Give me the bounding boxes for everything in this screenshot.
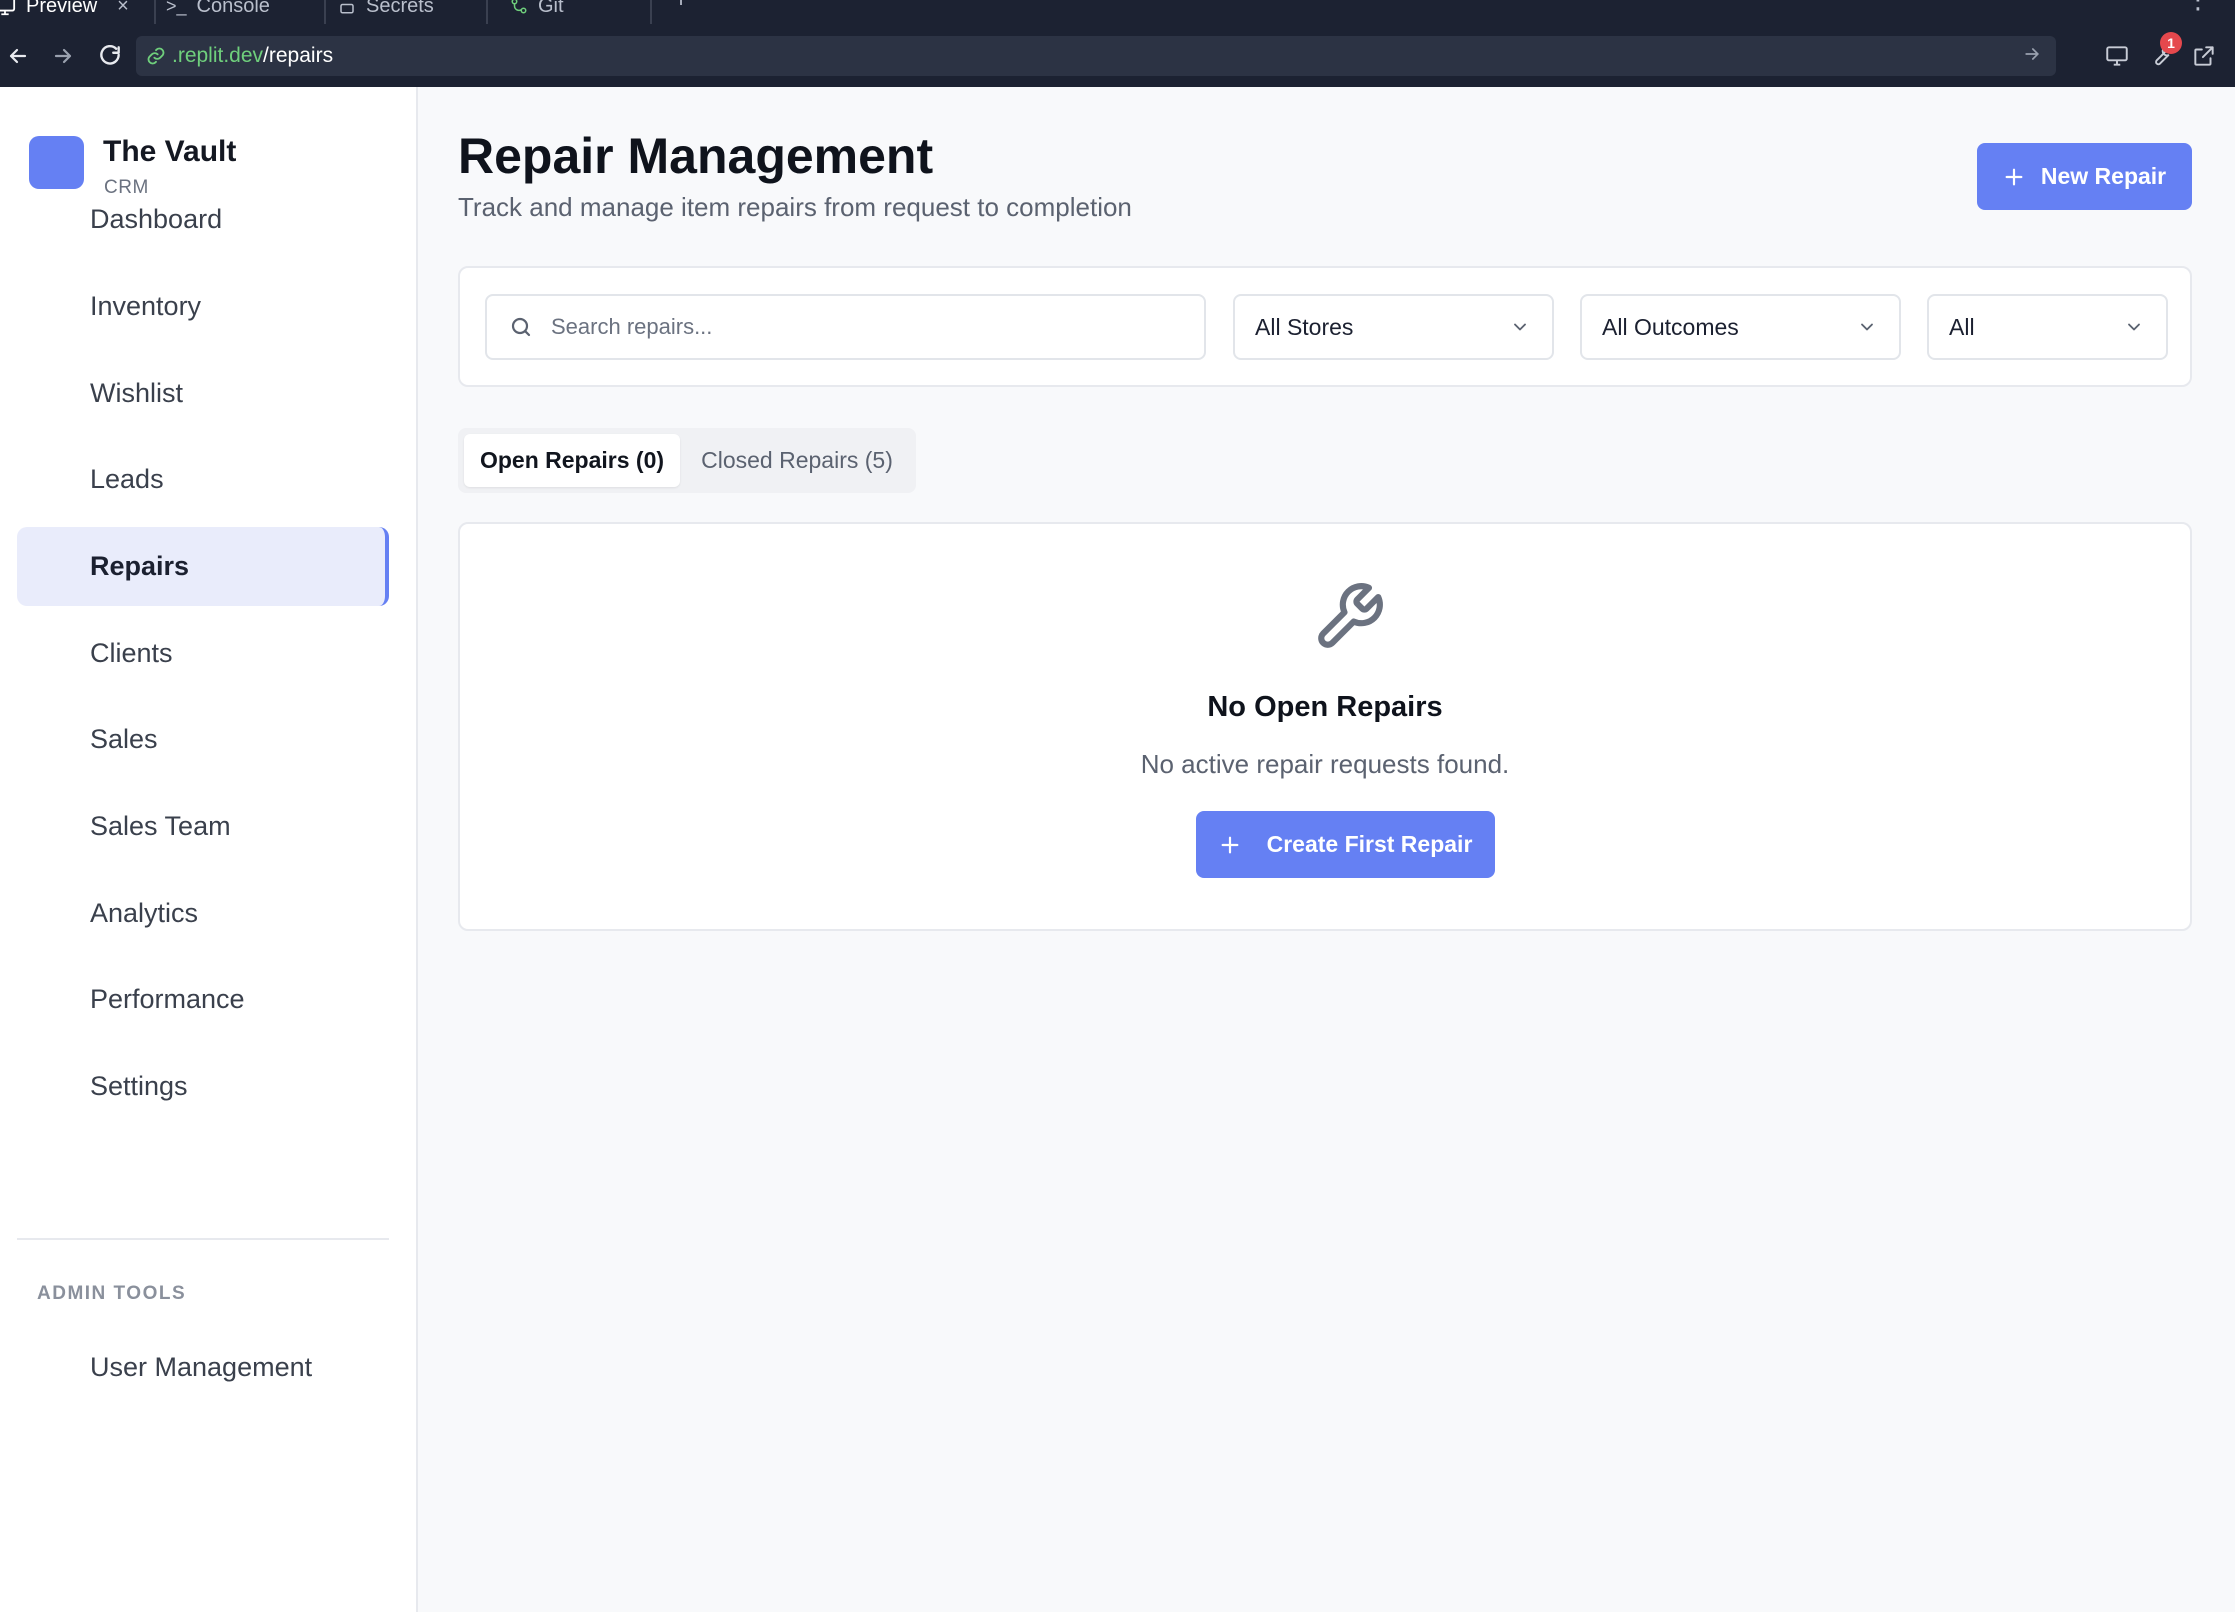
filter-card: All Stores All Outcomes All xyxy=(458,266,2192,387)
browser-tab-strip: Preview × >_ Console Secrets Git + ⋮ xyxy=(0,0,2235,24)
sidebar-item-label: Leads xyxy=(90,464,164,494)
create-first-repair-label: Create First Repair xyxy=(1266,831,1473,857)
sidebar-item-repairs[interactable]: Repairs xyxy=(17,527,389,606)
sidebar-item-label: Analytics xyxy=(90,898,199,928)
device-preview-icon[interactable] xyxy=(2099,38,2135,74)
browser-tab-label: Console xyxy=(196,0,270,17)
page-title: Repair Management xyxy=(458,128,934,184)
browser-tab-preview[interactable]: Preview × xyxy=(0,0,156,24)
sidebar-item-inventory[interactable]: Inventory xyxy=(17,267,389,346)
page-subtitle: Track and manage item repairs from reque… xyxy=(458,192,1132,222)
browser-tab-git[interactable]: Git xyxy=(510,0,652,24)
chevron-down-icon xyxy=(1510,317,1530,337)
wrench-icon xyxy=(1312,580,1386,654)
new-repair-button[interactable]: New Repair xyxy=(1977,143,2192,210)
sidebar-item-label: Sales xyxy=(90,724,158,754)
empty-state-title: No Open Repairs xyxy=(1207,691,1443,723)
tab-separator xyxy=(486,0,488,24)
tab-separator xyxy=(324,0,326,24)
sidebar-item-label: Dashboard xyxy=(90,204,223,234)
type-filter-select[interactable]: All xyxy=(1927,294,2168,360)
reload-icon[interactable] xyxy=(92,38,128,74)
lock-icon xyxy=(338,0,356,15)
sidebar-item-user-management[interactable]: User Management xyxy=(17,1328,389,1407)
outcome-filter-value: All Outcomes xyxy=(1602,313,1739,340)
new-tab-icon[interactable]: + xyxy=(674,0,688,14)
tab-closed-repairs[interactable]: Closed Repairs (5) xyxy=(684,434,910,487)
sidebar-item-label: Wishlist xyxy=(90,378,183,408)
chevron-down-icon xyxy=(2124,317,2144,337)
sidebar-item-label: User Management xyxy=(90,1352,313,1382)
sidebar-item-label: Performance xyxy=(90,984,245,1014)
brand-name: The Vault xyxy=(103,135,237,168)
sidebar-item-leads[interactable]: Leads xyxy=(17,440,389,519)
more-menu-icon[interactable]: ⋮ xyxy=(2185,0,2211,15)
sidebar-item-label: Settings xyxy=(90,1071,188,1101)
type-filter-value: All xyxy=(1949,313,1975,340)
browser-toolbar: .replit.dev/repairs 1 xyxy=(0,24,2235,87)
sidebar-item-label: Clients xyxy=(90,638,173,668)
search-icon xyxy=(509,315,533,339)
sidebar-item-label: Repairs xyxy=(90,551,190,581)
sidebar-item-sales-team[interactable]: Sales Team xyxy=(17,787,389,866)
sidebar-item-clients[interactable]: Clients xyxy=(17,614,389,693)
browser-tab-label: Preview xyxy=(26,0,98,17)
outcome-filter-select[interactable]: All Outcomes xyxy=(1580,294,1901,360)
go-arrow-icon[interactable] xyxy=(2022,44,2042,64)
browser-tab-label: Secrets xyxy=(366,0,434,17)
close-icon[interactable]: × xyxy=(117,0,129,18)
terminal-icon: >_ xyxy=(166,0,187,16)
store-filter-select[interactable]: All Stores xyxy=(1233,294,1554,360)
sidebar-item-dashboard[interactable]: Dashboard xyxy=(17,180,389,259)
tab-open-repairs[interactable]: Open Repairs (0) xyxy=(464,434,680,487)
browser-tab-console[interactable]: >_ Console xyxy=(166,0,326,24)
new-repair-label: New Repair xyxy=(2040,163,2167,189)
url-domain: .replit.dev xyxy=(172,44,264,67)
admin-tools-heading: ADMIN TOOLS xyxy=(37,1283,187,1304)
sidebar-item-label: Sales Team xyxy=(90,811,231,841)
url-bar[interactable]: .replit.dev/repairs xyxy=(136,36,2056,76)
tab-separator xyxy=(650,0,652,24)
plus-icon xyxy=(1219,834,1241,856)
sidebar-item-settings[interactable]: Settings xyxy=(17,1047,389,1126)
browser-tab-secrets[interactable]: Secrets xyxy=(338,0,488,24)
empty-state-description: No active repair requests found. xyxy=(1140,749,1510,779)
main-content: Repair Management Track and manage item … xyxy=(420,87,2235,1612)
browser-tab-label: Git xyxy=(538,0,564,17)
search-box[interactable] xyxy=(485,294,1206,360)
search-input[interactable] xyxy=(551,314,1171,340)
open-new-window-icon[interactable] xyxy=(2186,38,2222,74)
forward-arrow-icon[interactable] xyxy=(45,38,81,74)
tab-separator xyxy=(154,0,156,24)
create-first-repair-button[interactable]: Create First Repair xyxy=(1196,811,1495,878)
url-path: /repairs xyxy=(263,44,334,67)
monitor-icon xyxy=(0,0,16,17)
app-root: The Vault CRM Dashboard Inventory Wishli… xyxy=(0,87,2235,1612)
devtools-wrench-icon[interactable]: 1 xyxy=(2142,32,2182,74)
notification-badge: 1 xyxy=(2160,32,2182,54)
chevron-down-icon xyxy=(1857,317,1877,337)
link-icon xyxy=(146,46,166,66)
plus-icon xyxy=(2003,166,2025,188)
repair-status-tabs: Open Repairs (0) Closed Repairs (5) xyxy=(458,428,916,493)
sidebar: The Vault CRM Dashboard Inventory Wishli… xyxy=(0,87,418,1612)
sidebar-item-sales[interactable]: Sales xyxy=(17,700,389,779)
sidebar-item-label: Inventory xyxy=(90,291,202,321)
sidebar-item-performance[interactable]: Performance xyxy=(17,960,389,1039)
store-filter-value: All Stores xyxy=(1255,313,1354,340)
sidebar-divider xyxy=(17,1238,389,1240)
git-icon xyxy=(510,0,528,15)
empty-state-card: No Open Repairs No active repair request… xyxy=(458,522,2192,931)
sidebar-item-wishlist[interactable]: Wishlist xyxy=(17,354,389,433)
sidebar-item-analytics[interactable]: Analytics xyxy=(17,874,389,953)
back-arrow-icon[interactable] xyxy=(0,38,36,74)
